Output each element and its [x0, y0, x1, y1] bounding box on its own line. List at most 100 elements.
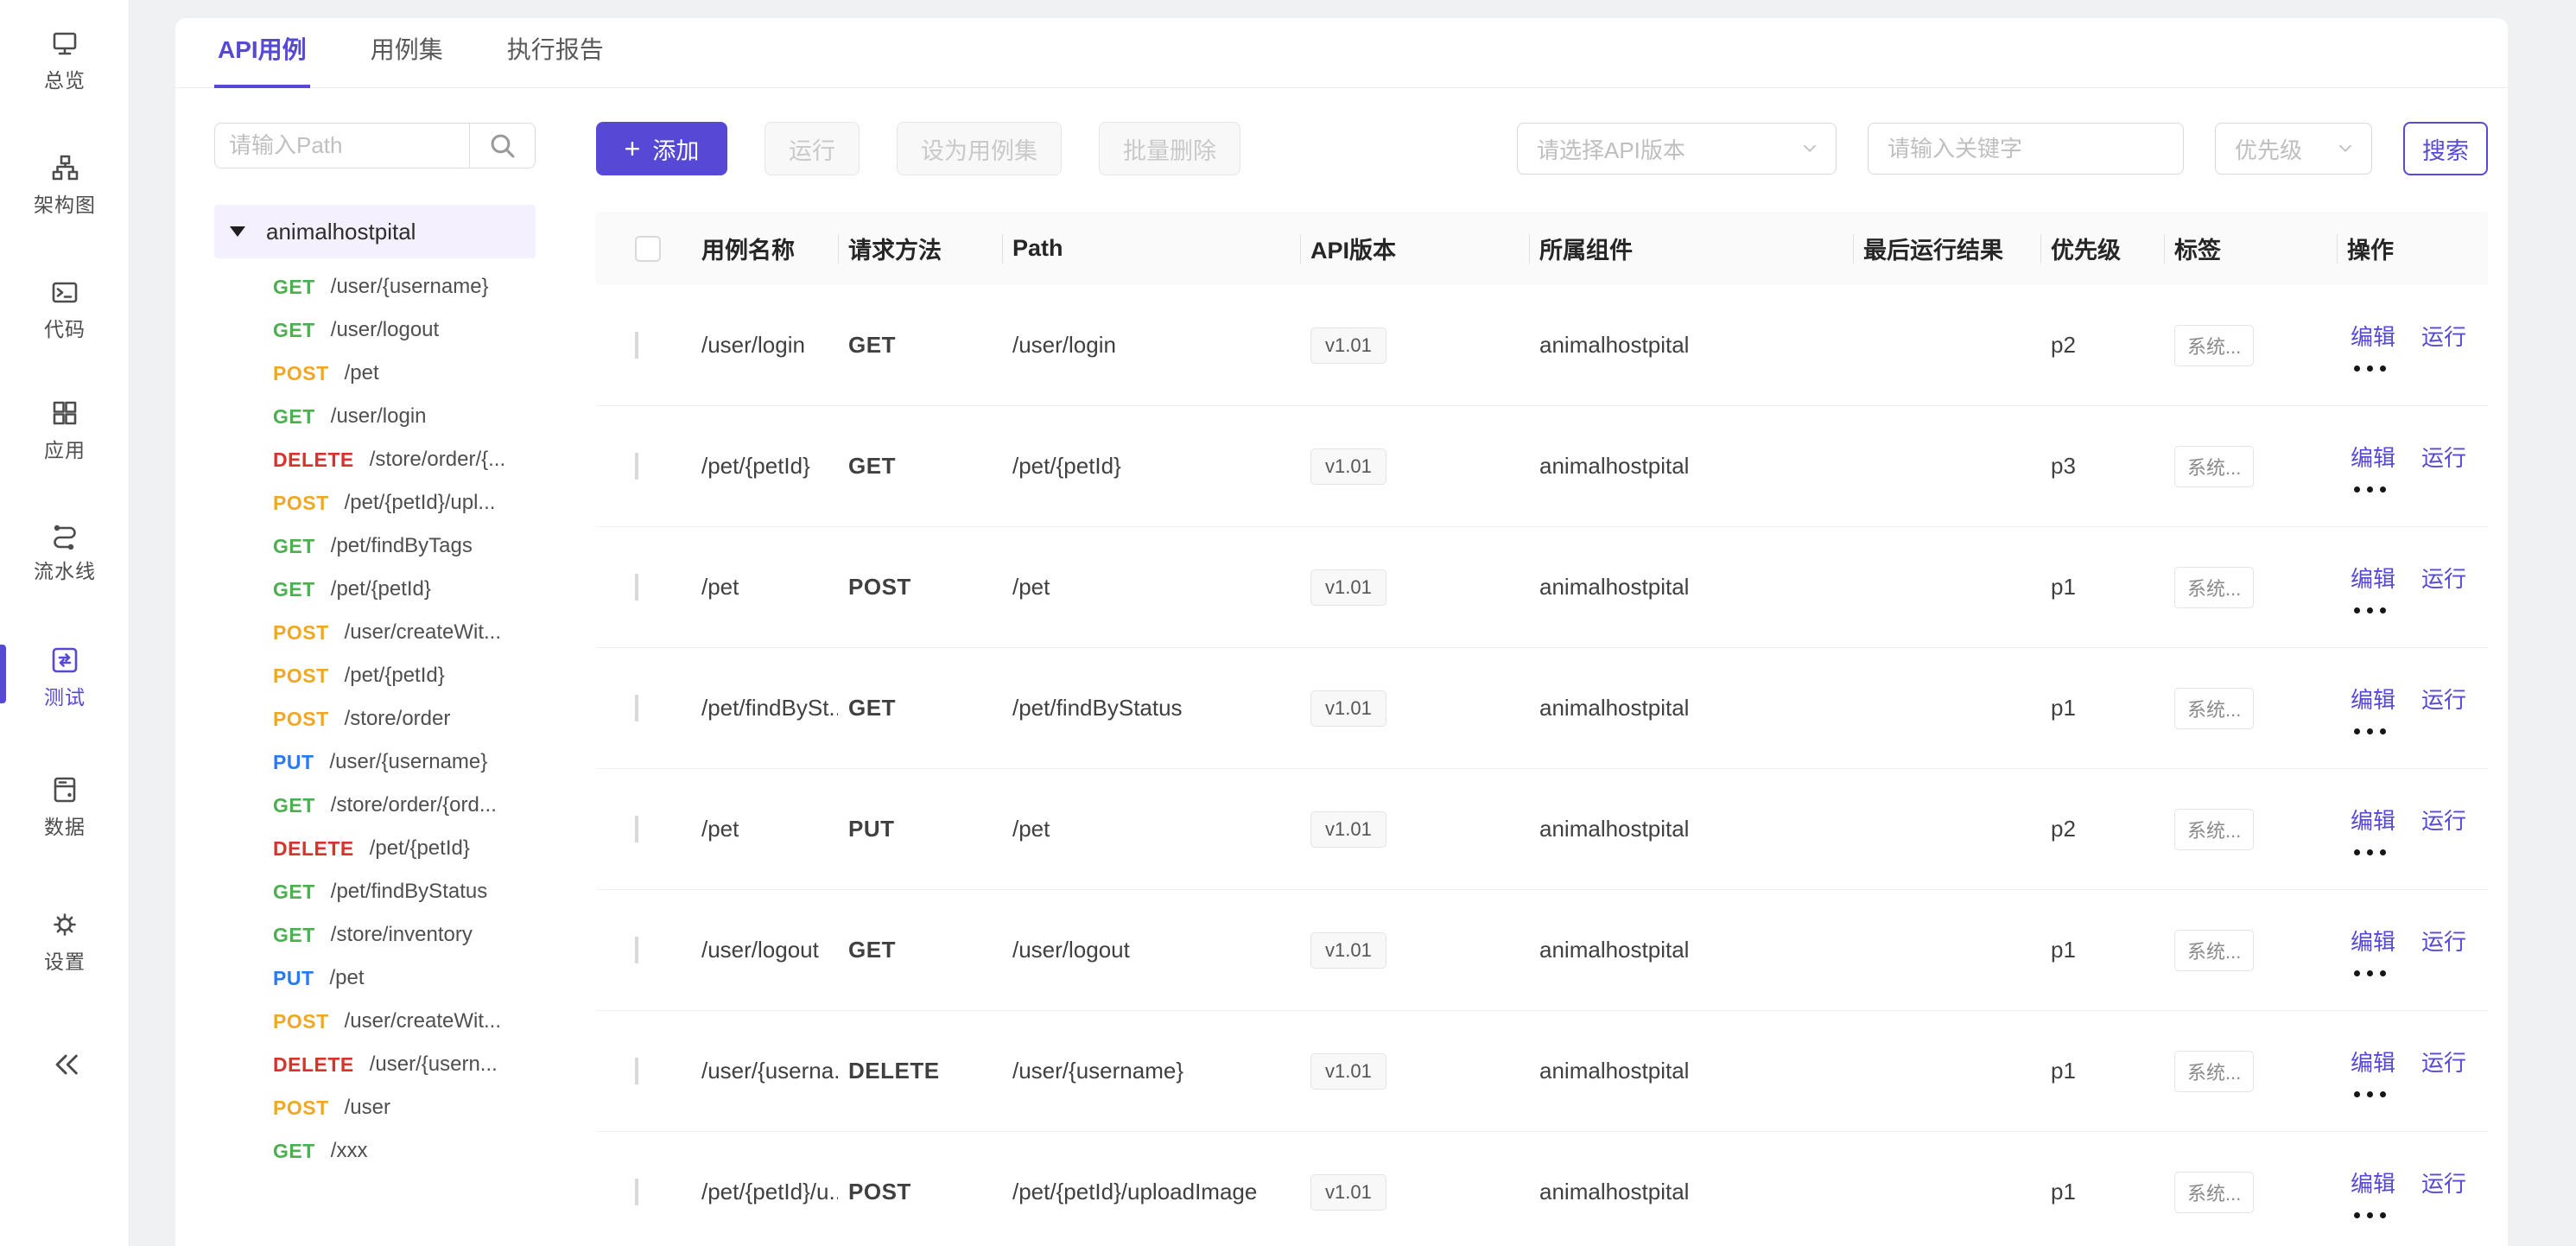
api-endpoint-item[interactable]: GET /user/logout: [214, 308, 536, 352]
actions-cell: 编辑 运行: [2337, 320, 2488, 372]
batch-delete-button[interactable]: 批量删除: [1099, 122, 1240, 175]
row-checkbox[interactable]: [635, 1058, 638, 1084]
api-endpoint-item[interactable]: GET /store/order/{ord...: [214, 784, 536, 827]
row-checkbox[interactable]: [635, 1179, 638, 1205]
sidebar-item-architecture[interactable]: 架构图: [0, 152, 130, 218]
more-actions-icon[interactable]: [2354, 1091, 2488, 1097]
case-name-cell: /user/login: [691, 332, 838, 359]
edit-link[interactable]: 编辑: [2351, 441, 2395, 473]
run-link[interactable]: 运行: [2421, 925, 2466, 957]
api-endpoint-item[interactable]: POST /user: [214, 1086, 536, 1129]
run-link[interactable]: 运行: [2421, 1167, 2466, 1198]
sidebar-item-data[interactable]: 数据: [0, 774, 130, 840]
system-tag[interactable]: 系统...: [2174, 688, 2254, 729]
test-cycle-icon: [49, 645, 80, 676]
http-method-badge: POST: [273, 664, 329, 688]
api-endpoint-item[interactable]: GET /pet/findByTags: [214, 524, 536, 568]
sidebar-item-apps[interactable]: 应用: [0, 397, 130, 463]
actions-cell: 编辑 运行: [2337, 441, 2488, 493]
api-endpoint-item[interactable]: POST /user/createWit...: [214, 611, 536, 654]
more-actions-icon[interactable]: [2354, 728, 2488, 734]
select-all-checkbox[interactable]: [635, 236, 661, 262]
row-checkbox[interactable]: [635, 937, 638, 963]
edit-link[interactable]: 编辑: [2351, 925, 2395, 957]
more-actions-icon[interactable]: [2354, 970, 2488, 976]
method-cell: POST: [838, 574, 1002, 601]
api-endpoint-item[interactable]: PUT /pet: [214, 957, 536, 1000]
more-actions-icon[interactable]: [2354, 486, 2488, 493]
add-case-button[interactable]: + 添加: [596, 122, 727, 175]
run-link[interactable]: 运行: [2421, 320, 2466, 352]
api-endpoint-item[interactable]: GET /pet/{petId}: [214, 568, 536, 611]
api-endpoint-item[interactable]: DELETE /pet/{petId}: [214, 827, 536, 870]
api-endpoint-item[interactable]: DELETE /store/order/{...: [214, 438, 536, 481]
system-tag[interactable]: 系统...: [2174, 1172, 2254, 1213]
row-checkbox[interactable]: [635, 695, 638, 722]
tree-root-node[interactable]: animalhostpital: [214, 205, 536, 258]
api-endpoint-item[interactable]: POST /user/createWit...: [214, 1000, 536, 1043]
api-endpoint-item[interactable]: GET /pet/findByStatus: [214, 870, 536, 913]
run-link[interactable]: 运行: [2421, 562, 2466, 594]
edit-link[interactable]: 编辑: [2351, 1046, 2395, 1078]
row-checkbox[interactable]: [635, 574, 638, 601]
api-endpoint-item[interactable]: DELETE /user/{usern...: [214, 1043, 536, 1086]
sidebar-item-settings[interactable]: 设置: [0, 909, 130, 975]
more-actions-icon[interactable]: [2354, 607, 2488, 613]
http-method-badge: POST: [273, 492, 329, 515]
set-as-suite-button[interactable]: 设为用例集: [897, 122, 1062, 175]
system-tag[interactable]: 系统...: [2174, 1051, 2254, 1092]
table-header-row: 用例名称 请求方法 Path API版本 所属组件 最后运行结果 优先级 标签 …: [596, 212, 2488, 285]
system-tag[interactable]: 系统...: [2174, 567, 2254, 608]
api-endpoint-item[interactable]: POST /store/order: [214, 697, 536, 741]
api-endpoint-item[interactable]: GET /store/inventory: [214, 913, 536, 957]
endpoint-path: /user/{username}: [330, 750, 488, 774]
priority-select[interactable]: 优先级: [2215, 123, 2372, 175]
priority-cell: p1: [2040, 1179, 2164, 1205]
run-button[interactable]: 运行: [765, 122, 860, 175]
row-checkbox[interactable]: [635, 332, 638, 359]
more-actions-icon[interactable]: [2354, 1212, 2488, 1218]
api-endpoint-item[interactable]: PUT /user/{username}: [214, 741, 536, 784]
run-link[interactable]: 运行: [2421, 804, 2466, 836]
more-actions-icon[interactable]: [2354, 849, 2488, 855]
sidebar-collapse-button[interactable]: [0, 1047, 130, 1082]
edit-link[interactable]: 编辑: [2351, 320, 2395, 352]
row-checkbox[interactable]: [635, 816, 638, 842]
run-link[interactable]: 运行: [2421, 441, 2466, 473]
header-priority: 优先级: [2040, 212, 2164, 285]
edit-link[interactable]: 编辑: [2351, 804, 2395, 836]
priority-cell: p3: [2040, 453, 2164, 480]
edit-link[interactable]: 编辑: [2351, 562, 2395, 594]
edit-link[interactable]: 编辑: [2351, 1167, 2395, 1198]
sidebar-item-test[interactable]: 测试: [0, 645, 130, 710]
path-search-input[interactable]: [215, 124, 469, 168]
http-method-badge: POST: [273, 621, 329, 645]
run-link[interactable]: 运行: [2421, 1046, 2466, 1078]
api-endpoint-item[interactable]: POST /pet/{petId}: [214, 654, 536, 697]
api-endpoint-item[interactable]: GET /user/{username}: [214, 265, 536, 308]
system-tag[interactable]: 系统...: [2174, 930, 2254, 971]
sidebar-item-code[interactable]: 代码: [0, 277, 130, 342]
row-checkbox[interactable]: [635, 453, 638, 480]
more-actions-icon[interactable]: [2354, 366, 2488, 372]
sidebar-item-pipeline[interactable]: 流水线: [0, 518, 130, 584]
tab-run-reports[interactable]: 执行报告: [504, 31, 607, 88]
tab-case-suites[interactable]: 用例集: [367, 31, 447, 88]
search-button[interactable]: 搜索: [2403, 122, 2488, 175]
system-tag[interactable]: 系统...: [2174, 809, 2254, 850]
api-endpoint-item[interactable]: GET /user/login: [214, 395, 536, 438]
api-endpoint-item[interactable]: POST /pet/{petId}/upl...: [214, 481, 536, 524]
version-cell: v1.01: [1300, 448, 1529, 485]
http-method-badge: GET: [273, 319, 315, 342]
api-version-select[interactable]: 请选择API版本: [1517, 123, 1837, 175]
api-endpoint-item[interactable]: GET /xxx: [214, 1129, 536, 1173]
system-tag[interactable]: 系统...: [2174, 325, 2254, 366]
edit-link[interactable]: 编辑: [2351, 683, 2395, 715]
sidebar-item-overview[interactable]: 总览: [0, 28, 130, 93]
tab-api-cases[interactable]: API用例: [214, 31, 310, 88]
system-tag[interactable]: 系统...: [2174, 446, 2254, 487]
keyword-input[interactable]: [1868, 123, 2184, 175]
tree-search-button[interactable]: [469, 124, 535, 168]
run-link[interactable]: 运行: [2421, 683, 2466, 715]
api-endpoint-item[interactable]: POST /pet: [214, 352, 536, 395]
